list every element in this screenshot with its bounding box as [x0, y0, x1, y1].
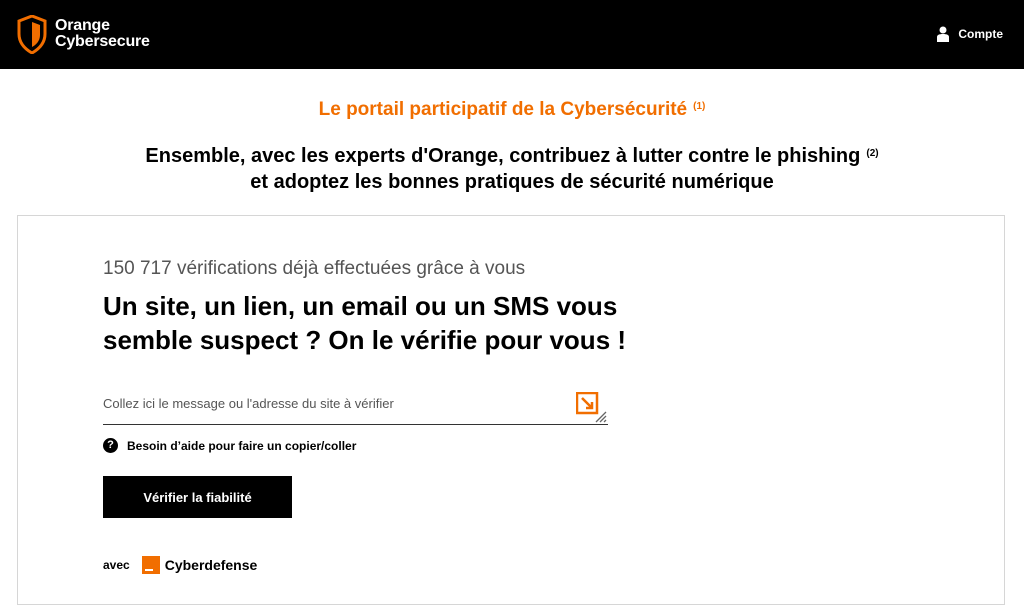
tagline: Ensemble, avec les experts d'Orange, con…: [0, 141, 1024, 195]
message-input[interactable]: [103, 396, 563, 411]
verification-card: 150 717 vérifications déjà effectuées gr…: [17, 215, 1005, 605]
help-icon: ?: [103, 438, 118, 453]
account-label: Compte: [958, 27, 1003, 41]
help-text: Besoin d’aide pour faire un copier/colle…: [127, 438, 357, 453]
account-link[interactable]: Compte: [937, 26, 1003, 42]
orange-logo-icon: [141, 556, 160, 574]
portal-title: Le portail participatif de la Cybersécur…: [0, 99, 1024, 121]
message-field-wrapper: [103, 388, 608, 425]
brand-line-2: Cybersecure: [55, 33, 150, 50]
brand-name[interactable]: Orange Cybersecure: [55, 18, 150, 50]
footnote-2[interactable]: (2): [866, 148, 878, 159]
shield-icon[interactable]: [17, 15, 47, 54]
tagline-line-2: et adoptez les bonnes pratiques de sécur…: [250, 171, 774, 193]
partner-credit: avec Cyberdefense: [103, 556, 257, 574]
top-bar: Orange Cybersecure Compte: [0, 0, 1024, 69]
partner-name: Cyberdefense: [164, 557, 258, 573]
verification-counter: 150 717 vérifications déjà effectuées gr…: [103, 258, 526, 279]
heading-line-1: Un site, un lien, un email ou un SMS vou…: [103, 291, 618, 321]
page-heading: Un site, un lien, un email ou un SMS vou…: [103, 289, 723, 357]
tagline-line-1: Ensemble, avec les experts d'Orange, con…: [145, 145, 861, 167]
portal-title-text: Le portail participatif de la Cybersécur…: [318, 99, 688, 120]
copy-paste-help-link[interactable]: ? Besoin d’aide pour faire un copier/col…: [103, 438, 356, 453]
footnote-1[interactable]: (1): [693, 101, 705, 112]
user-icon: [937, 26, 950, 42]
heading-line-2: semble suspect ? On le vérifie pour vous…: [103, 325, 627, 355]
partner-prefix: avec: [103, 558, 130, 572]
verify-button[interactable]: Vérifier la fiabilité: [103, 476, 292, 518]
expand-icon[interactable]: [576, 392, 608, 424]
brand-line-1: Orange: [55, 17, 110, 34]
